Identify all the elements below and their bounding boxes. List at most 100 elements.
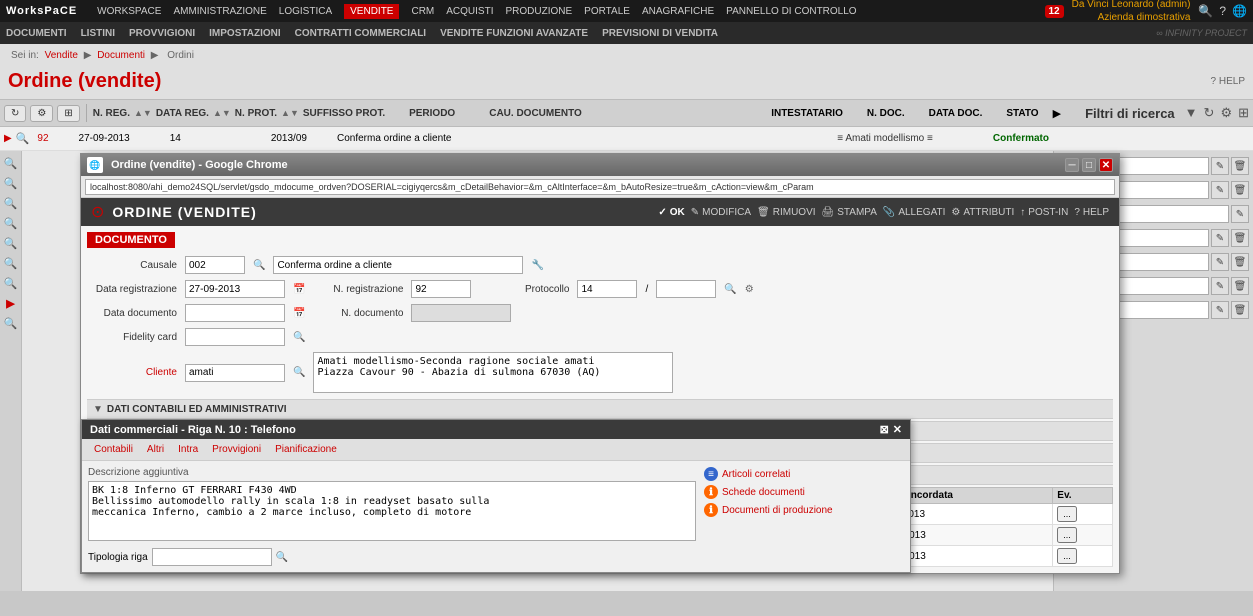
rp-edit-1[interactable]: ✎ <box>1211 157 1229 175</box>
causale-search-icon[interactable]: 🔍 <box>253 260 265 271</box>
question-icon[interactable]: ? <box>1219 4 1226 18</box>
nav-workspace[interactable]: WORKSPACE <box>97 6 161 17</box>
scroll-arrow[interactable]: ▶ <box>1053 107 1061 120</box>
sidebar-search-7[interactable]: 🔍 <box>3 275 19 291</box>
nav-crm[interactable]: CRM <box>411 6 434 17</box>
fidelity-search-icon[interactable]: 🔍 <box>293 332 305 343</box>
breadcrumb-documenti[interactable]: Documenti <box>97 50 145 61</box>
ev-button[interactable]: ... <box>1057 548 1077 564</box>
sidebar-expand[interactable]: ▶ <box>3 295 19 311</box>
sort-icon-2[interactable]: ▲▼ <box>213 108 231 118</box>
sidebar-search-2[interactable]: 🔍 <box>3 175 19 191</box>
cliente-input[interactable] <box>185 364 285 382</box>
schede-documenti-link[interactable]: ℹ Schede documenti <box>704 485 904 499</box>
nav-logistica[interactable]: LOGISTICA <box>279 6 332 17</box>
search-icon[interactable]: 🔍 <box>1198 4 1213 18</box>
nreg-input[interactable] <box>411 280 471 298</box>
globe-icon[interactable]: 🌐 <box>1232 4 1247 18</box>
sidebar-search-3[interactable]: 🔍 <box>3 195 19 211</box>
snav-previsioni[interactable]: PREVISIONI DI VENDITA <box>602 28 718 39</box>
sidebar-search-1[interactable]: 🔍 <box>3 155 19 171</box>
snav-impostazioni[interactable]: IMPOSTAZIONI <box>209 28 280 39</box>
nav-pannello[interactable]: PANNELLO DI CONTROLLO <box>726 6 856 17</box>
nav-produzione[interactable]: PRODUZIONE <box>506 6 573 17</box>
calendar-icon-2[interactable]: 📅 <box>293 308 305 319</box>
tab-altri[interactable]: Altri <box>141 442 170 457</box>
popup-maximize-btn[interactable]: □ <box>1082 158 1096 172</box>
popup-close-btn[interactable]: ✕ <box>1099 158 1113 172</box>
rp-delete-4[interactable]: 🗑 <box>1231 229 1249 247</box>
sidebar-search-8[interactable]: 🔍 <box>3 315 19 331</box>
cell-ev[interactable]: ... <box>1053 504 1113 525</box>
ok-button[interactable]: ✓ OK <box>658 207 684 218</box>
articoli-correlati-link[interactable]: ≡ Articoli correlati <box>704 467 904 481</box>
ev-button[interactable]: ... <box>1057 506 1077 522</box>
datareg-input[interactable] <box>185 280 285 298</box>
tab-intra[interactable]: Intra <box>172 442 204 457</box>
snav-listini[interactable]: LISTINI <box>81 28 115 39</box>
nav-portale[interactable]: PORTALE <box>584 6 630 17</box>
filter-icon[interactable]: ▼ <box>1185 105 1198 121</box>
nav-amministrazione[interactable]: AMMINISTRAZIONE <box>173 6 266 17</box>
datadoc-input[interactable] <box>185 304 285 322</box>
sub-popup-resize-icon[interactable]: ⊠ <box>880 423 889 436</box>
nav-anagrafiche[interactable]: ANAGRAFICHE <box>642 6 714 17</box>
rimuovi-button[interactable]: 🗑 RIMUOVI <box>757 207 815 218</box>
rp-edit-2[interactable]: ✎ <box>1211 181 1229 199</box>
sub-popup-close-icon[interactable]: ✕ <box>893 423 902 436</box>
modifica-button[interactable]: ✎ MODIFICA <box>691 207 751 218</box>
rp-delete-6[interactable]: 🗑 <box>1231 277 1249 295</box>
rp-edit-4[interactable]: ✎ <box>1211 229 1229 247</box>
intestatario-link[interactable]: ≡ Amati modellismo ≡ <box>837 133 933 144</box>
sort-icon[interactable]: ▲▼ <box>134 108 152 118</box>
ndoc-input[interactable] <box>411 304 511 322</box>
ev-button[interactable]: ... <box>1057 527 1077 543</box>
tab-pianificazione[interactable]: Pianificazione <box>269 442 343 457</box>
dati-contabili-section[interactable]: ▼ DATI CONTABILI ED AMMINISTRATIVI <box>87 399 1113 419</box>
stampa-button[interactable]: 🖨 STAMPA <box>822 207 877 218</box>
documenti-produzione-link[interactable]: ℹ Documenti di produzione <box>704 503 904 517</box>
grid-btn[interactable]: ⊞ <box>57 105 79 122</box>
rp-delete-7[interactable]: 🗑 <box>1231 301 1249 319</box>
sidebar-search-5[interactable]: 🔍 <box>3 235 19 251</box>
causale-input[interactable] <box>185 256 245 274</box>
tipologia-search-icon[interactable]: 🔍 <box>276 552 288 563</box>
prot-input[interactable] <box>577 280 637 298</box>
settings-btn[interactable]: ⚙ <box>30 105 53 122</box>
rp-edit-7[interactable]: ✎ <box>1211 301 1229 319</box>
nreg-link[interactable]: 92 <box>37 133 48 144</box>
causale-action-icon[interactable]: 🔧 <box>531 260 543 271</box>
rp-edit-5[interactable]: ✎ <box>1211 253 1229 271</box>
fidelity-input[interactable] <box>185 328 285 346</box>
cliente-label[interactable]: Cliente <box>87 367 177 378</box>
sort-icon-3[interactable]: ▲▼ <box>281 108 299 118</box>
url-input[interactable] <box>85 179 1115 195</box>
prot-gear-icon[interactable]: ⚙ <box>745 284 754 295</box>
cell-ev[interactable]: ... <box>1053 525 1113 546</box>
prot-suffix-input[interactable] <box>656 280 716 298</box>
snav-provvigioni[interactable]: PROVVIGIONI <box>129 28 195 39</box>
attributi-button[interactable]: ⚙ ATTRIBUTI <box>951 207 1014 218</box>
rp-delete-1[interactable]: 🗑 <box>1231 157 1249 175</box>
snav-funzioni[interactable]: VENDITE FUNZIONI AVANZATE <box>440 28 588 39</box>
desc-textarea[interactable]: BK 1:8 Inferno GT FERRARI F430 4WD Belli… <box>88 481 696 541</box>
allegati-button[interactable]: 📎 ALLEGATI <box>883 207 946 218</box>
cliente-search-icon[interactable]: 🔍 <box>293 367 305 378</box>
nav-acquisti[interactable]: ACQUISTI <box>446 6 493 17</box>
tab-provvigioni[interactable]: Provvigioni <box>206 442 267 457</box>
filter-extra-icon[interactable]: ⊞ <box>1238 105 1249 121</box>
rp-delete-5[interactable]: 🗑 <box>1231 253 1249 271</box>
postin-button[interactable]: ↑ POST-IN <box>1020 207 1068 218</box>
rp-edit-3[interactable]: ✎ <box>1231 205 1249 223</box>
rp-delete-2[interactable]: 🗑 <box>1231 181 1249 199</box>
popup-minimize-btn[interactable]: ─ <box>1065 158 1079 172</box>
expand-icon[interactable]: ▶ <box>4 133 12 144</box>
cell-ev[interactable]: ... <box>1053 546 1113 567</box>
sidebar-search-4[interactable]: 🔍 <box>3 215 19 231</box>
refresh-btn[interactable]: ↻ <box>4 105 26 122</box>
help-link[interactable]: ? HELP <box>1211 76 1245 87</box>
search-row-icon[interactable]: 🔍 <box>16 132 30 145</box>
tipologia-input[interactable] <box>152 548 272 566</box>
sidebar-search-6[interactable]: 🔍 <box>3 255 19 271</box>
filter-settings-icon[interactable]: ⚙ <box>1220 105 1232 121</box>
